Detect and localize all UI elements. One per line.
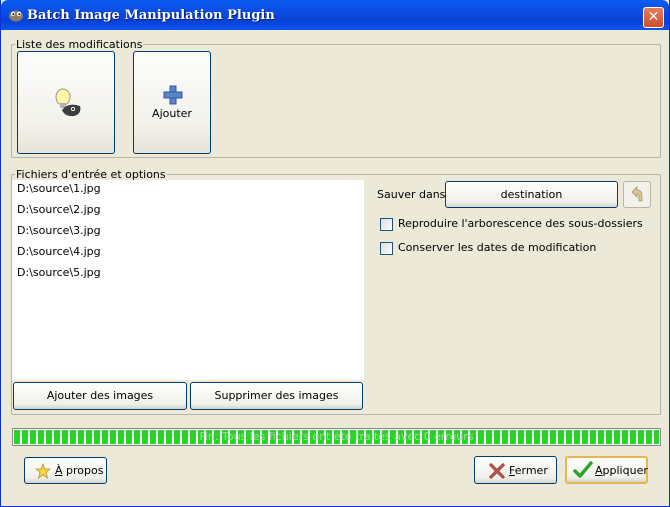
- progress-text: Fin. Tous les fichiers ont été traités a…: [199, 430, 474, 443]
- arrow-icon: [631, 186, 643, 202]
- close-label: Fermer: [509, 464, 548, 477]
- file-list-item[interactable]: D:\source\3.jpg: [12, 222, 364, 243]
- destination-button[interactable]: destination: [445, 181, 618, 208]
- keep-dates-label: Conserver les dates de modification: [398, 241, 597, 254]
- title-bar[interactable]: Batch Image Manipulation Plugin ✕: [1, 0, 669, 30]
- close-button[interactable]: Fermer: [474, 456, 557, 484]
- apply-button[interactable]: Appliquer: [565, 456, 648, 484]
- main-window: Batch Image Manipulation Plugin ✕ Liste …: [0, 0, 670, 507]
- about-label: À propos: [55, 464, 104, 477]
- file-list-item[interactable]: D:\source\4.jpg: [12, 243, 364, 264]
- apply-label: Appliquer: [595, 464, 648, 477]
- green-check-icon: [573, 461, 593, 478]
- save-in-label: Sauver dans: [377, 188, 446, 201]
- window-title: Batch Image Manipulation Plugin: [27, 8, 275, 23]
- progress-bar: Fin. Tous les fichiers ont été traités a…: [12, 428, 661, 446]
- red-x-icon: [489, 463, 505, 479]
- gimp-bulb-icon: [55, 88, 81, 117]
- plus-icon: [163, 85, 183, 105]
- window-close-button[interactable]: ✕: [643, 7, 664, 28]
- arrow-button[interactable]: [623, 181, 651, 208]
- add-modification-button[interactable]: Ajouter: [133, 51, 211, 154]
- add-modification-label: Ajouter: [152, 107, 192, 120]
- file-list-item[interactable]: D:\source\5.jpg: [12, 264, 364, 285]
- gimp-icon: [9, 10, 23, 22]
- file-list-item[interactable]: D:\source\1.jpg: [12, 180, 364, 201]
- reproduce-tree-checkbox[interactable]: [380, 218, 393, 231]
- modifications-group-label: Liste des modifications: [15, 38, 144, 51]
- star-icon: [35, 463, 51, 479]
- keep-dates-checkbox[interactable]: [380, 242, 393, 255]
- remove-images-button[interactable]: Supprimer des images: [190, 382, 363, 410]
- modification-item-button[interactable]: [17, 51, 115, 154]
- add-images-button[interactable]: Ajouter des images: [13, 382, 187, 410]
- about-button[interactable]: À propos: [24, 457, 107, 484]
- file-list-item[interactable]: D:\source\2.jpg: [12, 201, 364, 222]
- reproduce-tree-label: Reproduire l'arborescence des sous-dossi…: [398, 217, 643, 230]
- file-list[interactable]: D:\source\1.jpg D:\source\2.jpg D:\sourc…: [12, 180, 364, 380]
